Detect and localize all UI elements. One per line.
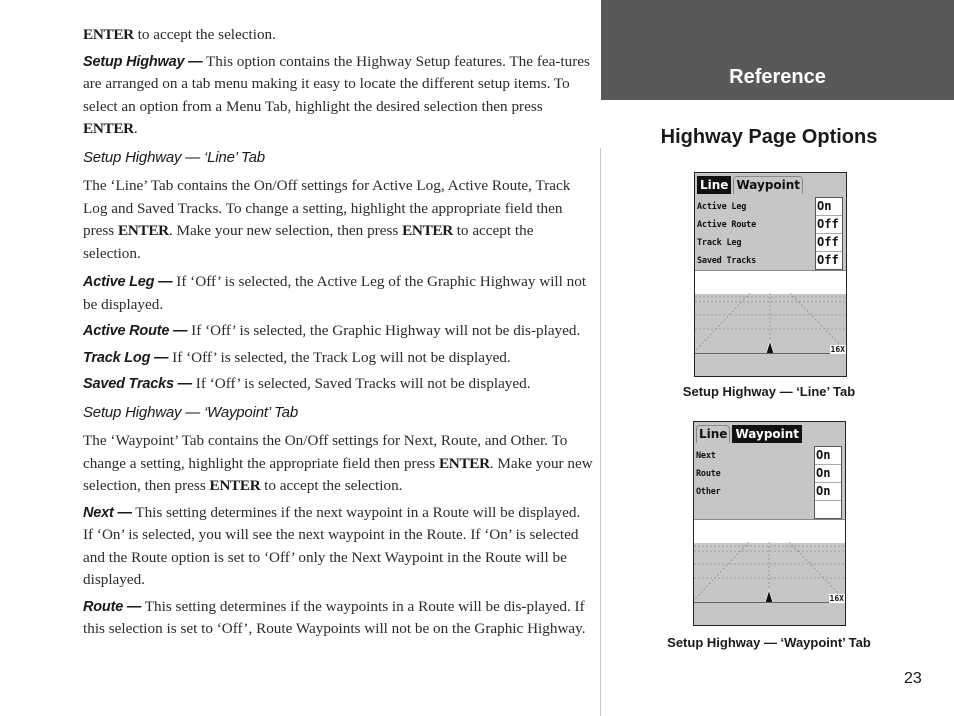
setting-value-field[interactable]: On bbox=[815, 465, 841, 483]
ground-line bbox=[694, 602, 845, 603]
setting-label: Active Leg bbox=[697, 202, 747, 212]
next-paragraph: Next — This setting determines if the ne… bbox=[83, 503, 581, 589]
setting-label: Active Route bbox=[697, 220, 757, 230]
waypoint-tab-screenshot: Line Waypoint Next Route Other On On On … bbox=[693, 421, 846, 626]
waypoint-tab-heading: Setup Highway — ‘Waypoint’ Tab bbox=[83, 403, 298, 421]
setting-label: Saved Tracks bbox=[697, 256, 757, 266]
tab-line[interactable]: Line bbox=[696, 425, 731, 443]
setting-label: Track Leg bbox=[697, 238, 742, 248]
column-divider bbox=[600, 148, 601, 716]
setting-label: Next bbox=[696, 451, 716, 461]
setting-value-field[interactable]: On bbox=[815, 447, 841, 465]
settings-values: On On On bbox=[814, 446, 842, 519]
section-header-box: Reference bbox=[601, 0, 954, 100]
position-arrow-icon bbox=[764, 588, 774, 602]
section-label: Reference bbox=[729, 66, 826, 88]
active-leg-paragraph: Active Leg — If ‘Off’ is selected, the A… bbox=[83, 273, 587, 313]
tab-waypoint[interactable]: Waypoint bbox=[733, 176, 804, 194]
highway-graphic bbox=[695, 293, 846, 353]
figure-caption: Setup Highway — ‘Line’ Tab bbox=[682, 384, 856, 399]
setting-value-field[interactable]: Off bbox=[816, 252, 842, 269]
route-paragraph: Route — This setting determines if the w… bbox=[83, 597, 586, 638]
enter-key: ENTER bbox=[402, 222, 453, 239]
line-tab-screenshot: Line Waypoint Active Leg Active Route Tr… bbox=[694, 172, 847, 377]
tab-waypoint[interactable]: Waypoint bbox=[732, 425, 803, 443]
setting-value-field[interactable]: On bbox=[815, 483, 841, 501]
line-tab-paragraph: The ‘Line’ Tab contains the On/Off setti… bbox=[83, 177, 571, 262]
setup-highway-paragraph: Setup Highway — This option contains the… bbox=[83, 52, 590, 138]
empty-value-field bbox=[815, 501, 841, 518]
body-text-column: ENTER to accept the selection. Setup Hig… bbox=[83, 24, 593, 647]
zoom-level: 16X bbox=[829, 345, 846, 354]
page-number: 23 bbox=[904, 670, 922, 687]
setting-value-field[interactable]: Off bbox=[816, 216, 842, 234]
setting-value-field[interactable]: On bbox=[816, 198, 842, 216]
figure-caption: Setup Highway — ‘Waypoint’ Tab bbox=[667, 635, 871, 650]
settings-values: On Off Off Off bbox=[815, 197, 843, 270]
waypoint-tab-paragraph: The ‘Waypoint’ Tab contains the On/Off s… bbox=[83, 432, 593, 494]
enter-key: ENTER bbox=[118, 222, 169, 239]
sky-band bbox=[694, 519, 845, 543]
active-route-paragraph: Active Route — If ‘Off’ is selected, the… bbox=[83, 322, 581, 339]
zoom-level: 16X bbox=[828, 594, 845, 603]
tab-bar: Line Waypoint bbox=[696, 425, 804, 443]
tab-bar: Line Waypoint bbox=[697, 176, 805, 194]
enter-key: ENTER bbox=[83, 26, 134, 43]
highway-graphic bbox=[694, 542, 845, 602]
setting-label: Other bbox=[696, 487, 721, 497]
settings-labels: Active Leg Active Route Track Leg Saved … bbox=[697, 198, 815, 270]
sky-band bbox=[695, 270, 846, 294]
intro-paragraph: ENTER to accept the selection. bbox=[83, 26, 276, 43]
setting-label: Route bbox=[696, 469, 721, 479]
position-arrow-icon bbox=[765, 339, 775, 353]
ground-line bbox=[695, 353, 846, 354]
saved-tracks-paragraph: Saved Tracks — If ‘Off’ is selected, Sav… bbox=[83, 375, 531, 392]
line-tab-heading: Setup Highway — ‘Line’ Tab bbox=[83, 148, 265, 166]
enter-key: ENTER bbox=[438, 454, 490, 472]
setup-highway-lead: Setup Highway — bbox=[83, 53, 203, 70]
enter-key: ENTER bbox=[209, 477, 261, 494]
tab-line[interactable]: Line bbox=[697, 176, 732, 194]
track-log-paragraph: Track Log — If ‘Off’ is selected, the Tr… bbox=[83, 348, 511, 366]
enter-key: ENTER bbox=[83, 120, 134, 137]
settings-labels: Next Route Other bbox=[696, 447, 814, 501]
setting-value-field[interactable]: Off bbox=[816, 234, 842, 252]
page-title: Highway Page Options bbox=[660, 126, 878, 148]
